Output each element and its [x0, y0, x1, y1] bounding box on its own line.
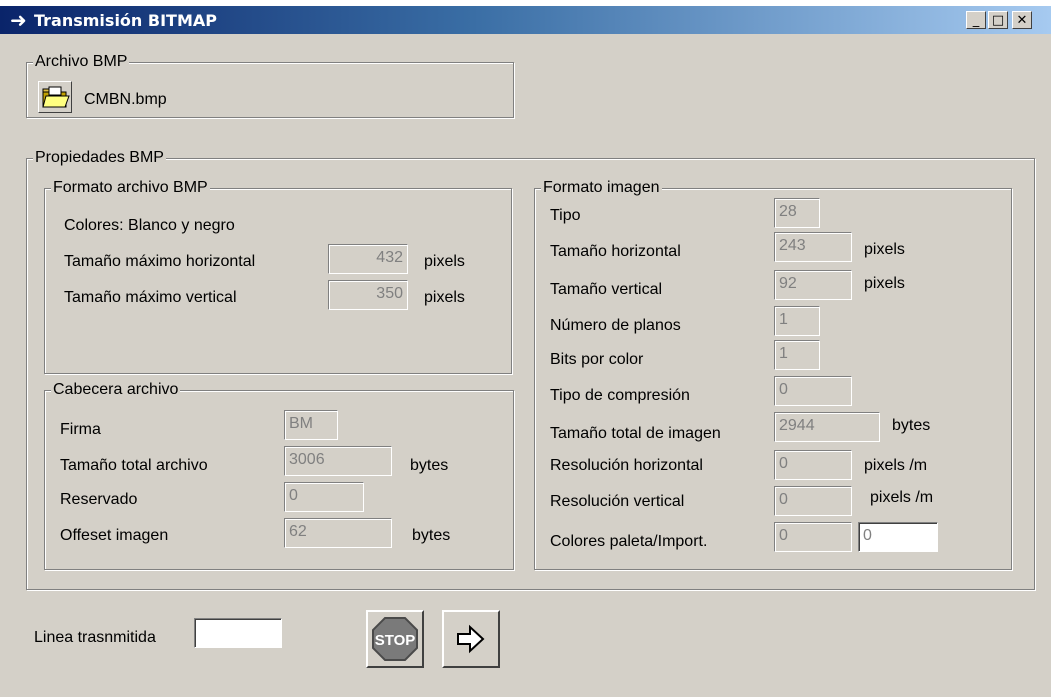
max-horizontal-label: Tamaño máximo horizontal	[64, 253, 256, 270]
resolucion-vertical-field[interactable]: 0	[774, 486, 852, 516]
reservado-label: Reservado	[60, 491, 138, 508]
propiedades-bmp-legend: Propiedades BMP	[33, 149, 166, 167]
tamano-horizontal-label: Tamaño horizontal	[550, 243, 681, 260]
tamano-vertical-label: Tamaño vertical	[550, 281, 663, 298]
cabecera-archivo-legend: Cabecera archivo	[51, 381, 181, 399]
tamano-vertical-field[interactable]: 92	[774, 270, 852, 300]
tamano-horizontal-unit: pixels	[864, 241, 905, 258]
minimize-button[interactable]: _	[966, 11, 986, 29]
colores-paleta-field[interactable]: 0	[774, 522, 852, 552]
colores-paleta-label: Colores paleta/Import.	[550, 533, 708, 550]
window-title: Transmisión BITMAP	[34, 11, 217, 30]
linea-transmitida-label: Linea trasnmitida	[34, 629, 156, 646]
max-vertical-field[interactable]: 350	[328, 280, 408, 310]
send-button[interactable]	[442, 610, 500, 668]
arrow-right-outline-icon	[457, 624, 485, 654]
tamano-vertical-unit: pixels	[864, 275, 905, 292]
numero-planos-field[interactable]: 1	[774, 306, 820, 336]
tamano-total-imagen-unit: bytes	[892, 417, 931, 434]
stop-sign-icon: STOP	[372, 617, 418, 661]
formato-imagen-legend: Formato imagen	[541, 179, 662, 197]
formato-archivo-legend: Formato archivo BMP	[51, 179, 210, 197]
bits-color-label: Bits por color	[550, 351, 644, 368]
file-name: CMBN.bmp	[84, 91, 167, 108]
offset-unit: bytes	[412, 527, 451, 544]
total-archivo-unit: bytes	[410, 457, 449, 474]
close-button[interactable]: ✕	[1012, 11, 1032, 29]
title-bar[interactable]: ➜ Transmisión BITMAP _ □ ✕	[0, 6, 1051, 34]
stop-label: STOP	[375, 632, 416, 649]
max-horizontal-unit: pixels	[424, 253, 465, 270]
max-horizontal-field[interactable]: 432	[328, 244, 408, 274]
resolucion-vertical-unit: pixels /m	[870, 489, 934, 506]
stop-button[interactable]: STOP	[366, 610, 424, 668]
open-folder-icon	[42, 86, 70, 108]
tamano-horizontal-field[interactable]: 243	[774, 232, 852, 262]
resolucion-horizontal-label: Resolución horizontal	[550, 457, 703, 474]
resolucion-vertical-label: Resolución vertical	[550, 493, 685, 510]
colores-text: Colores: Blanco y negro	[64, 217, 235, 234]
tipo-label: Tipo	[550, 207, 581, 224]
resolucion-horizontal-field[interactable]: 0	[774, 450, 852, 480]
firma-label: Firma	[60, 421, 101, 438]
tamano-total-imagen-label: Tamaño total de imagen	[550, 425, 721, 442]
offset-label: Offeset imagen	[60, 527, 169, 544]
numero-planos-label: Número de planos	[550, 317, 681, 334]
total-archivo-label: Tamaño total archivo	[60, 457, 208, 474]
open-file-button[interactable]	[38, 81, 72, 113]
firma-field[interactable]: BM	[284, 410, 338, 440]
tipo-field[interactable]: 28	[774, 198, 820, 228]
max-vertical-label: Tamaño máximo vertical	[64, 289, 237, 306]
max-vertical-unit: pixels	[424, 289, 465, 306]
archivo-bmp-legend: Archivo BMP	[33, 53, 130, 71]
offset-field[interactable]: 62	[284, 518, 392, 548]
tipo-compresion-label: Tipo de compresión	[550, 387, 690, 404]
total-archivo-field[interactable]: 3006	[284, 446, 392, 476]
reservado-field[interactable]: 0	[284, 482, 364, 512]
tipo-compresion-field[interactable]: 0	[774, 376, 852, 406]
colores-importantes-field[interactable]: 0	[858, 522, 938, 552]
resolucion-horizontal-unit: pixels /m	[864, 457, 928, 474]
arrow-right-icon: ➜	[10, 8, 27, 32]
maximize-button[interactable]: □	[988, 11, 1008, 29]
bits-color-field[interactable]: 1	[774, 340, 820, 370]
tamano-total-imagen-field[interactable]: 2944	[774, 412, 880, 442]
linea-transmitida-field[interactable]	[194, 618, 282, 648]
